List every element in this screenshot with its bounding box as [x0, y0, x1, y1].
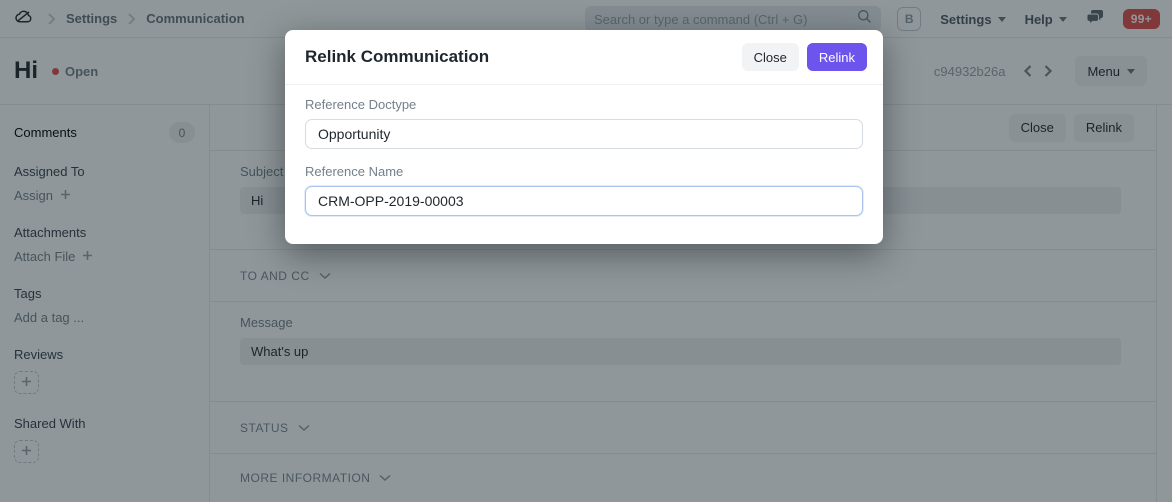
- modal-header-actions: Close Relink: [742, 43, 867, 71]
- modal-close-button[interactable]: Close: [742, 43, 799, 71]
- reference-doctype-input[interactable]: [305, 119, 863, 149]
- modal-header: Relink Communication Close Relink: [285, 30, 883, 85]
- modal-relink-button[interactable]: Relink: [807, 43, 867, 71]
- app-window: Settings Communication B Settings He: [0, 0, 1172, 502]
- modal-body: Reference Doctype Reference Name: [285, 85, 883, 244]
- reference-doctype-group: Reference Doctype: [305, 97, 863, 149]
- reference-doctype-label: Reference Doctype: [305, 97, 863, 112]
- modal-title: Relink Communication: [305, 47, 489, 67]
- reference-name-input[interactable]: [305, 186, 863, 216]
- reference-name-label: Reference Name: [305, 164, 863, 179]
- reference-name-group: Reference Name: [305, 164, 863, 216]
- relink-communication-dialog: Relink Communication Close Relink Refere…: [285, 30, 883, 244]
